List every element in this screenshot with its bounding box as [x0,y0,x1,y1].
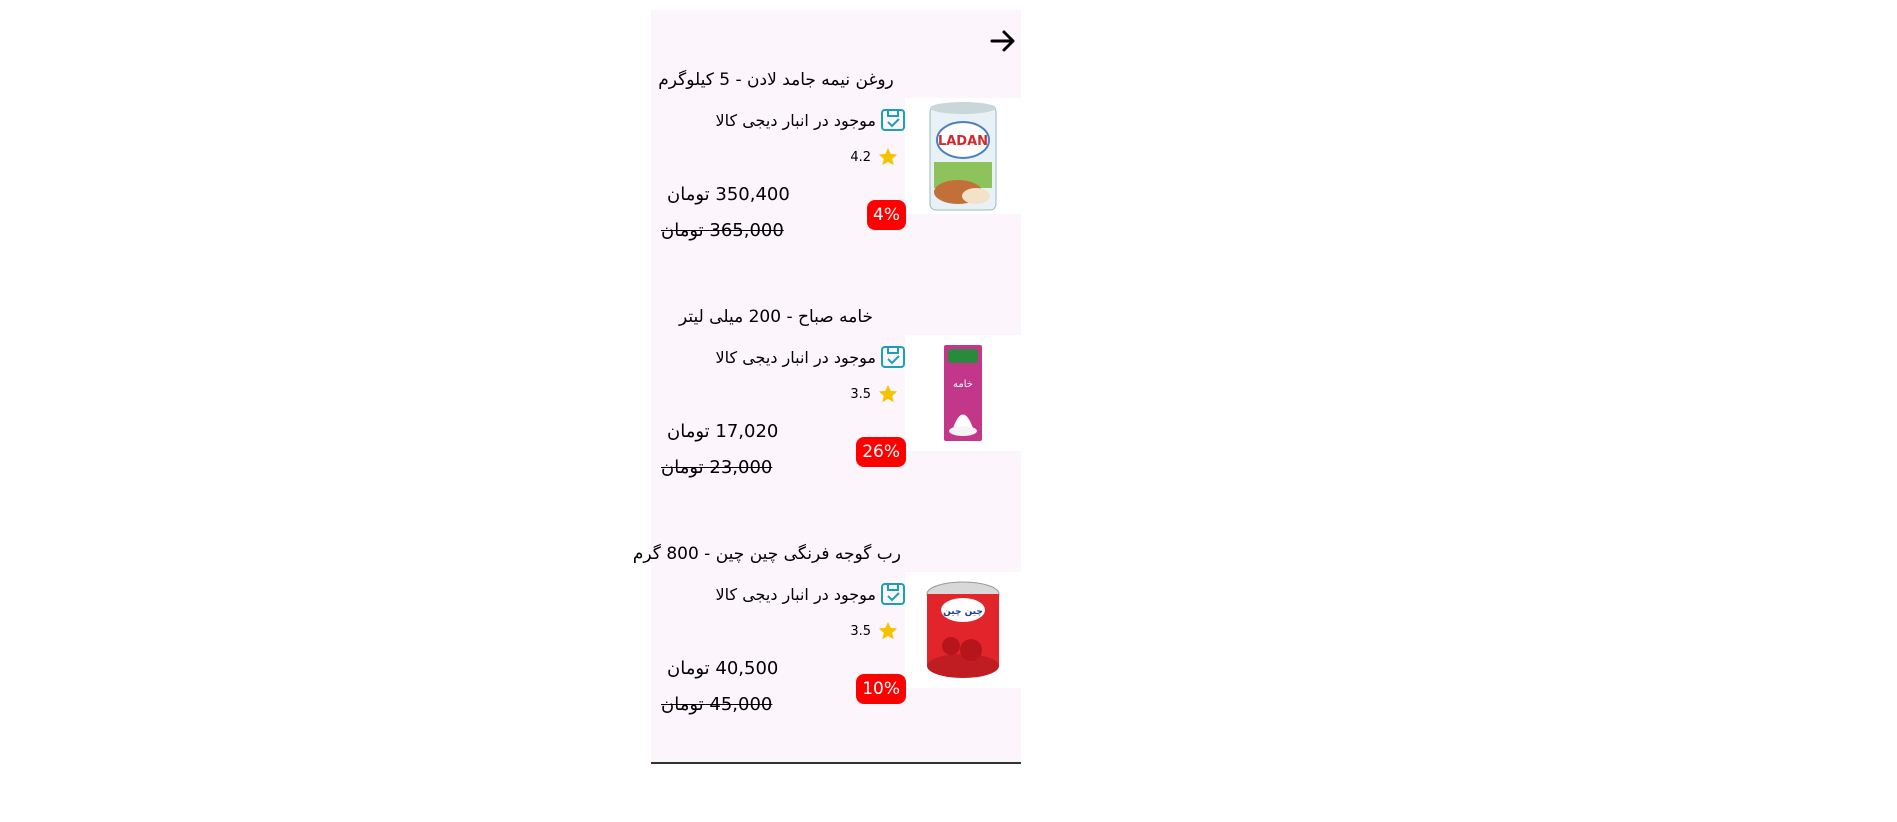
rating: 4.2 [850,146,899,168]
star-icon [878,384,898,403]
stock-text: موجود در انبار دیجی کالا [715,110,877,130]
rating-value: 4.2 [850,149,871,165]
discount-badge: 26% [856,437,906,467]
product-title[interactable]: خامه صباح - 200 میلی لیتر [651,307,901,327]
product-title[interactable]: رب گوجه فرنگی چین چین - 800 گرم [633,544,901,564]
product-image[interactable]: چین چین [905,572,1021,688]
rating-value: 3.5 [850,386,871,402]
product-card[interactable]: رب گوجه فرنگی چین چین - 800 گرم چین چین … [633,484,1021,715]
divider [651,762,1021,764]
brand-label: LADAN [938,134,988,149]
price: 350,400 تومان [667,184,790,205]
product-image[interactable]: LADAN [905,98,1021,214]
product-card[interactable]: خامه صباح - 200 میلی لیتر خامه موجود در … [651,247,1021,478]
star-icon [878,147,898,166]
warehouse-icon [881,346,905,368]
rating-value: 3.5 [850,623,871,639]
discount-badge: 4% [867,200,906,230]
price: 40,500 تومان [667,658,779,679]
product-image[interactable]: خامه [905,335,1021,451]
old-price: 23,000 تومان [661,457,773,478]
product-title[interactable]: روغن نیمه جامد لادن - 5 کیلوگرم [651,70,901,90]
brand-label: چین چین [943,607,983,617]
star-icon [878,621,898,640]
price: 17,020 تومان [667,421,779,442]
stock-status: موجود در انبار دیجی کالا [716,108,907,132]
tomato-paste-can-image: چین چین [926,581,1000,678]
old-price: 365,000 تومان [661,220,784,241]
cream-carton-image: خامه [944,345,982,441]
warehouse-icon [881,583,905,605]
stock-text: موجود در انبار دیجی کالا [715,584,877,604]
stock-text: موجود در انبار دیجی کالا [715,347,877,367]
stock-status: موجود در انبار دیجی کالا [716,345,907,369]
rating: 3.5 [850,620,899,642]
discount-badge: 10% [856,674,906,704]
product-list-panel: روغن نیمه جامد لادن - 5 کیلوگرم LADAN مو… [633,10,1021,762]
stock-status: موجود در انبار دیجی کالا [716,582,907,606]
rating: 3.5 [850,383,899,405]
warehouse-icon [881,109,905,131]
oil-can-image: LADAN [929,102,997,211]
product-card[interactable]: روغن نیمه جامد لادن - 5 کیلوگرم LADAN مو… [651,10,1021,241]
brand-label: خامه [953,379,973,390]
old-price: 45,000 تومان [661,694,773,715]
